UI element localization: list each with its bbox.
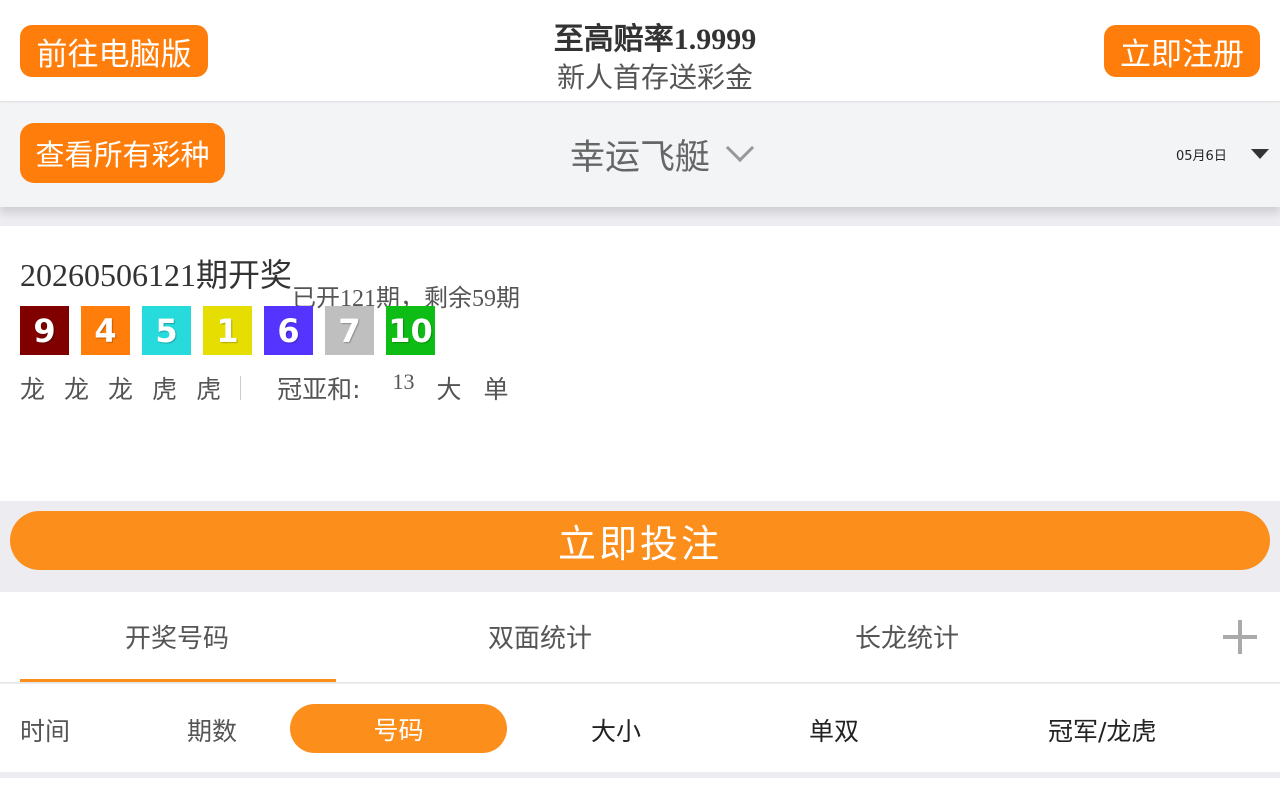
game-selector[interactable]: 幸运飞艇 [570, 129, 755, 180]
all-lotteries-button[interactable]: 查看所有彩种 [20, 123, 225, 183]
register-button[interactable]: 立即注册 [1104, 25, 1260, 77]
dragon-tiger-result: 龙 [64, 375, 90, 404]
filter-champion-dragon-tiger[interactable]: 冠军/龙虎 [1048, 712, 1156, 748]
result-ball: 9 [20, 306, 69, 355]
active-tab-indicator [20, 679, 336, 682]
result-ball: 5 [142, 306, 191, 355]
result-stats: 龙 龙 龙 虎 虎 冠亚和: 13 大 单 [20, 369, 531, 406]
sum-parity: 单 [483, 375, 509, 404]
dragon-tiger-result: 龙 [20, 375, 46, 404]
filter-size[interactable]: 大小 [591, 712, 641, 748]
chevron-down-icon [725, 133, 755, 162]
filter-number[interactable]: 号码 [290, 704, 507, 753]
result-ball: 7 [325, 306, 374, 355]
desktop-version-button[interactable]: 前往电脑版 [20, 25, 208, 77]
dragon-tiger-result: 虎 [196, 375, 222, 404]
stats-tabs: 开奖号码 双面统计 长龙统计 [0, 592, 1280, 683]
tab-two-sided-stats[interactable]: 双面统计 [488, 618, 592, 655]
dragon-tiger-result: 虎 [152, 375, 178, 404]
tab-draw-numbers[interactable]: 开奖号码 [125, 618, 229, 655]
header: 前往电脑版 至高赔率1.9999 新人首存送彩金 立即注册 [0, 0, 1280, 102]
plus-icon[interactable] [1223, 620, 1257, 654]
place-bet-button[interactable]: 立即投注 [10, 511, 1270, 570]
promo-title: 至高赔率1.9999 [553, 23, 757, 56]
dragon-tiger-result: 龙 [108, 375, 134, 404]
caret-down-icon[interactable] [1251, 149, 1269, 159]
game-name: 幸运飞艇 [570, 138, 711, 178]
period-info: 20260506121期开奖 已开121期，剩余59期 [20, 250, 520, 312]
result-ball: 10 [386, 306, 435, 355]
promo-subtitle: 新人首存送彩金 [556, 61, 753, 94]
tab-streak-stats[interactable]: 长龙统计 [855, 618, 959, 655]
result-ball: 6 [264, 306, 313, 355]
sum-value: 13 [392, 369, 415, 394]
page: 前往电脑版 至高赔率1.9999 新人首存送彩金 立即注册 查看所有彩种 幸运飞… [0, 0, 1280, 800]
result-ball: 4 [81, 306, 130, 355]
list-top-edge [0, 778, 1280, 800]
sum-label: 冠亚和: [277, 375, 361, 404]
date-selector[interactable]: 05月6日 [1176, 145, 1227, 164]
divider [240, 376, 242, 400]
result-ball: 1 [203, 306, 252, 355]
filter-period[interactable]: 期数 [187, 712, 237, 748]
filter-row: 时间 期数 号码 大小 单双 冠军/龙虎 [0, 684, 1280, 772]
filter-parity[interactable]: 单双 [809, 712, 859, 748]
draw-result-card: 20260506121期开奖 已开121期，剩余59期 9 4 5 1 6 7 … [0, 226, 1280, 501]
sum-size: 大 [436, 375, 462, 404]
result-balls: 9 4 5 1 6 7 10 [20, 306, 447, 355]
filter-time[interactable]: 时间 [20, 712, 70, 748]
period-number: 20260506121期开奖 [20, 257, 293, 293]
game-bar: 查看所有彩种 幸运飞艇 05月6日 [0, 103, 1280, 207]
